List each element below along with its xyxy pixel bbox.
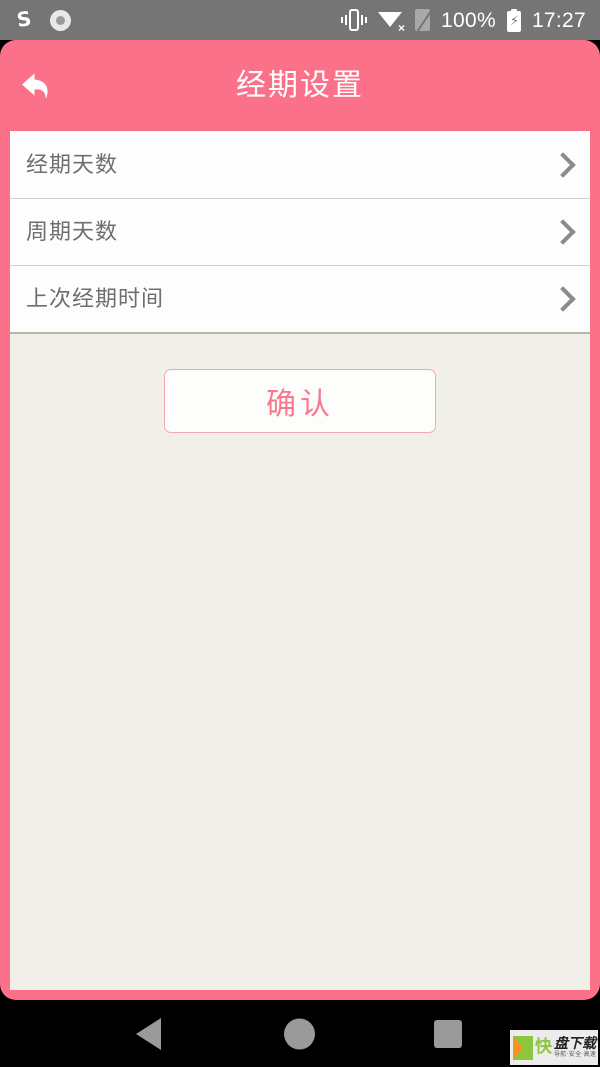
list-item-label: 上次经期时间 <box>26 286 165 311</box>
status-bar-left-icons: S <box>14 6 71 33</box>
vibrate-icon <box>341 9 368 31</box>
page-content: 经期天数 周期天数 上次经期时间 确认 <box>10 131 590 990</box>
list-item-label: 经期天数 <box>26 151 119 177</box>
status-bar: S × 100% ⚡ 17:27 <box>0 0 600 40</box>
settings-list: 经期天数 周期天数 上次经期时间 <box>10 131 590 334</box>
chevron-right-icon <box>550 219 576 245</box>
status-bar-right-icons: × 100% ⚡ 17:27 <box>341 8 586 34</box>
watermark-mark-label: 快 <box>535 1037 552 1057</box>
watermark-subtitle: 导航·安全·高速 <box>554 1051 597 1058</box>
battery-charging-icon: ⚡ <box>506 8 521 32</box>
nav-home-icon[interactable] <box>284 1018 315 1049</box>
app-header: 经期设置 <box>0 40 600 131</box>
list-item[interactable]: 上次经期时间 <box>10 265 590 332</box>
phone-screen: S × 100% ⚡ 17:27 经期设置 经期天数 周期天数 上次经期时间 确… <box>0 0 600 1067</box>
wifi-disconnected-icon: × <box>378 10 405 34</box>
recording-circle-icon <box>50 9 71 31</box>
sim-card-off-icon <box>415 8 434 32</box>
watermark-text: 盘下载 导航·安全·高速 <box>554 1037 596 1058</box>
watermark-logo: 快 盘下载 导航·安全·高速 <box>510 1030 598 1065</box>
chevron-right-icon <box>550 286 576 312</box>
chevron-right-icon <box>550 151 576 178</box>
watermark-title: 盘下载 <box>554 1036 596 1052</box>
clock-label: 17:27 <box>531 8 586 32</box>
list-item[interactable]: 周期天数 <box>10 198 590 265</box>
nav-back-icon[interactable] <box>136 1017 161 1050</box>
nav-recents-icon[interactable] <box>434 1019 462 1048</box>
list-item[interactable]: 经期天数 <box>10 131 590 198</box>
battery-percent-label: 100% <box>441 8 496 32</box>
list-item-label: 周期天数 <box>26 219 119 244</box>
confirm-button-area: 确认 <box>10 334 590 433</box>
app-window: 经期设置 经期天数 周期天数 上次经期时间 确认 <box>0 40 600 1000</box>
confirm-button[interactable]: 确认 <box>164 369 436 433</box>
android-navigation-bar: 快 盘下载 导航·安全·高速 <box>0 1000 600 1067</box>
page-title: 经期设置 <box>236 68 364 102</box>
sogou-input-icon: S <box>15 6 33 33</box>
watermark-k-icon <box>513 1035 533 1060</box>
